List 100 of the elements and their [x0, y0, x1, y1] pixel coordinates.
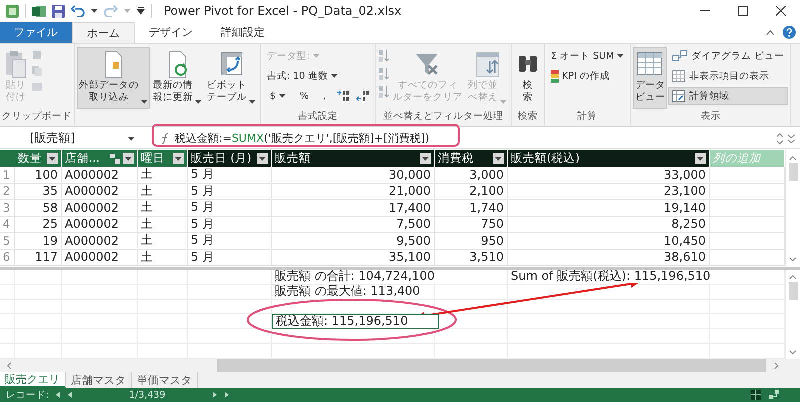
last-record-icon[interactable]	[224, 392, 230, 398]
function-icon[interactable]	[159, 132, 171, 144]
expand-icon[interactable]	[787, 132, 796, 144]
table-cell: 58	[15, 200, 62, 216]
format-button[interactable]: $	[266, 87, 290, 105]
group-label: 検索	[518, 111, 538, 122]
calculation-cell[interactable]: 販売額 の最大値: 113,400	[272, 284, 435, 300]
calculation-cell[interactable]	[188, 329, 272, 344]
spin-icon[interactable]	[777, 132, 783, 144]
table-cell: 5 月	[188, 250, 272, 266]
calculation-cell[interactable]	[435, 300, 508, 314]
increase-decimal-icon[interactable]	[336, 90, 350, 102]
ribbon-tab[interactable]: デザイン	[135, 22, 207, 43]
scrollbar[interactable]	[785, 150, 800, 266]
diagram-view-icon[interactable]	[769, 390, 780, 400]
table-cell: 38,610	[508, 250, 710, 266]
column-header[interactable]: 販売額(税込)	[508, 150, 710, 167]
calculation-cell[interactable]	[435, 329, 508, 344]
column-header[interactable]: 消費税	[435, 150, 508, 167]
ribbon-button[interactable]: KPI の作成	[547, 67, 628, 85]
ribbon-button[interactable]: 検 索	[514, 47, 542, 109]
table-cell: A000002	[62, 200, 138, 216]
copy-icon[interactable]	[31, 65, 43, 77]
caret-icon	[91, 9, 98, 13]
sort-icon[interactable]	[378, 67, 390, 81]
ribbon-tab[interactable]: ホーム	[72, 22, 135, 43]
calculation-cell[interactable]	[138, 270, 188, 285]
calculation-cell[interactable]	[62, 270, 138, 285]
ribbon-button[interactable]: ダイアグラム ビュー	[668, 47, 788, 65]
filter-button[interactable]	[493, 153, 504, 164]
ribbon-button[interactable]: Σ オート SUM	[547, 47, 628, 65]
calculation-cell[interactable]	[0, 270, 15, 285]
ribbon-button[interactable]: データ ビュー	[633, 47, 668, 109]
scroll-up-icon[interactable]	[789, 274, 797, 280]
formula-text[interactable]: 税込金額:=SUMX('販売クエリ',[販売額]+[消費税])	[175, 131, 430, 146]
header-corner[interactable]	[0, 150, 15, 167]
app-icon[interactable]	[6, 4, 19, 18]
close-icon[interactable]	[776, 6, 786, 16]
horizontal-scrollbar[interactable]	[0, 359, 800, 372]
scroll-down-icon[interactable]	[789, 350, 797, 356]
help-icon[interactable]	[783, 26, 796, 39]
maximize-icon[interactable]	[738, 6, 748, 16]
ribbon-tab[interactable]: 詳細設定	[207, 22, 279, 43]
caret-icon	[124, 9, 131, 13]
collapse-icon[interactable]	[766, 30, 775, 36]
filter-button[interactable]	[173, 153, 184, 164]
format-button[interactable]: %	[296, 87, 314, 105]
sort-icon[interactable]	[378, 85, 390, 99]
grid-view-icon[interactable]	[751, 390, 761, 400]
decrease-decimal-icon[interactable]	[356, 90, 370, 102]
scroll-down-icon[interactable]	[789, 257, 797, 263]
sort-icon[interactable]	[378, 49, 390, 63]
filter-button[interactable]	[420, 153, 431, 164]
format-dropdown[interactable]: 書式: 10 進数	[263, 67, 374, 85]
ribbon-button[interactable]: 計算領域	[668, 87, 788, 105]
column-header[interactable]: 曜日	[138, 150, 188, 167]
scroll-left-icon[interactable]	[6, 362, 12, 370]
calculation-cell[interactable]	[272, 329, 435, 344]
ribbon-button[interactable]: 最新の情 報に更新	[151, 47, 204, 109]
column-header[interactable]: 数量	[15, 150, 62, 167]
scroll-thumb[interactable]	[788, 282, 798, 300]
group-label: 表示	[700, 111, 721, 122]
calculation-cell[interactable]	[188, 300, 272, 314]
ribbon-tab[interactable]: ファイル	[0, 22, 72, 43]
excel-icon[interactable]	[32, 4, 46, 18]
calculation-cell[interactable]	[508, 284, 710, 300]
column-header[interactable]: 店舗...	[62, 150, 138, 167]
filter-button[interactable]	[695, 153, 706, 164]
table-cell: 5 月	[188, 184, 272, 200]
format-button[interactable]: ,	[319, 87, 330, 105]
calculation-cell[interactable]	[15, 270, 62, 285]
save-icon[interactable]	[52, 4, 65, 18]
calculation-cell[interactable]	[508, 300, 710, 314]
column-header[interactable]: 販売額	[272, 150, 435, 167]
redo-icon[interactable]	[104, 5, 118, 17]
caret-icon	[49, 156, 56, 160]
next-record-icon[interactable]	[212, 392, 218, 398]
scrollbar[interactable]	[785, 270, 800, 359]
sheet-tab[interactable]: 販売クエリ	[0, 372, 66, 388]
filter-button[interactable]	[47, 153, 58, 164]
name-box[interactable]: [販売額]	[0, 130, 145, 147]
ribbon-button[interactable]: 外部データの 取り込み	[77, 47, 150, 109]
caret-icon	[279, 94, 286, 98]
scroll-right-icon[interactable]	[774, 362, 780, 370]
column-header[interactable]: 販売日 (月)	[188, 150, 272, 167]
table-cell: 10,450	[508, 233, 710, 250]
table-cell: 5 月	[188, 216, 272, 233]
ribbon-button[interactable]: 非表示項目の表示	[668, 67, 788, 85]
filter-button[interactable]	[123, 153, 134, 164]
scroll-up-icon[interactable]	[789, 155, 797, 161]
undo-icon[interactable]	[71, 5, 85, 17]
first-record-icon[interactable]	[55, 392, 62, 398]
customize-icon[interactable]	[137, 7, 145, 15]
previous-record-icon[interactable]	[67, 392, 74, 398]
table-cell: A000002	[62, 216, 138, 233]
filter-button[interactable]	[257, 153, 268, 164]
scroll-thumb[interactable]	[788, 163, 798, 181]
calculation-cell[interactable]	[435, 284, 508, 300]
ribbon-button[interactable]: ピボット テーブル	[205, 47, 258, 109]
kpi-icon	[551, 70, 560, 82]
